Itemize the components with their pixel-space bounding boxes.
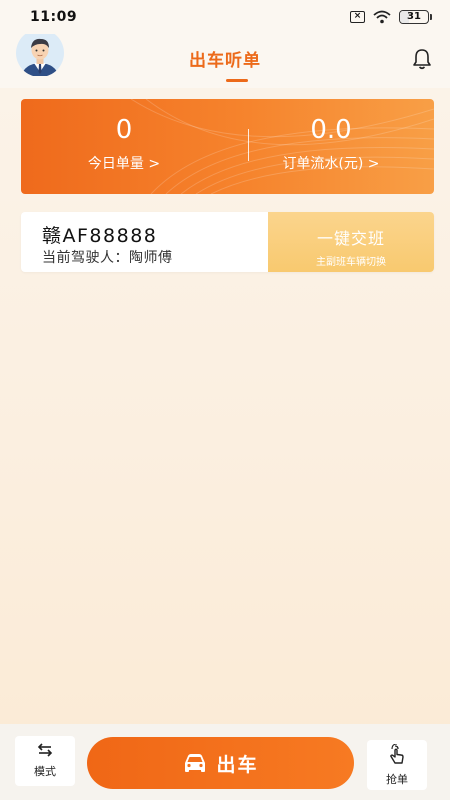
grab-order-label: 抢单 [386, 773, 408, 786]
car-icon [185, 754, 206, 772]
current-driver: 当前驾驶人：陶师傅 [42, 250, 173, 266]
orders-today-value: 0 [115, 115, 133, 145]
swap-arrows-icon [37, 743, 53, 757]
shift-button-label: 一键交班 [316, 229, 385, 248]
grab-order-button[interactable]: 抢单 [367, 740, 427, 790]
mode-button[interactable]: 模式 [15, 736, 75, 786]
wifi-icon [373, 10, 391, 24]
revenue-stat[interactable]: 0.0 订单流水(元) > [228, 113, 434, 173]
status-bar: 11:09 × 31 [0, 0, 450, 34]
app-header: 出车听单 [0, 29, 450, 88]
title-underline [226, 79, 248, 82]
page-title: 出车听单 [189, 51, 261, 71]
depart-button[interactable]: 出车 [87, 737, 354, 789]
depart-label: 出车 [216, 753, 259, 776]
sim-off-icon: × [350, 11, 365, 23]
revenue-value: 0.0 [310, 115, 352, 145]
hand-tap-icon [390, 743, 404, 764]
mode-label: 模式 [34, 765, 56, 778]
revenue-label: 订单流水(元) > [282, 156, 380, 172]
orders-today-stat[interactable]: 0 今日单量 > [21, 113, 227, 173]
battery-icon: 31 [399, 10, 432, 24]
battery-level: 31 [407, 11, 421, 22]
bottom-action-bar: 模式 出车 抢单 [0, 724, 450, 800]
status-icons: × 31 [350, 10, 432, 24]
shift-button-sublabel: 主副班车辆切换 [316, 257, 386, 268]
orders-today-label: 今日单量 > [87, 156, 161, 172]
shift-handover-button[interactable]: 一键交班 主副班车辆切换 [268, 212, 434, 272]
vehicle-card: 赣AF88888 当前驾驶人：陶师傅 一键交班 主副班车辆切换 [21, 212, 434, 272]
status-time: 11:09 [30, 9, 78, 25]
stats-card: 0 今日单量 > 0.0 订单流水(元) > [21, 99, 434, 194]
license-plate: 赣AF88888 [42, 225, 158, 247]
bell-icon[interactable] [412, 48, 432, 70]
